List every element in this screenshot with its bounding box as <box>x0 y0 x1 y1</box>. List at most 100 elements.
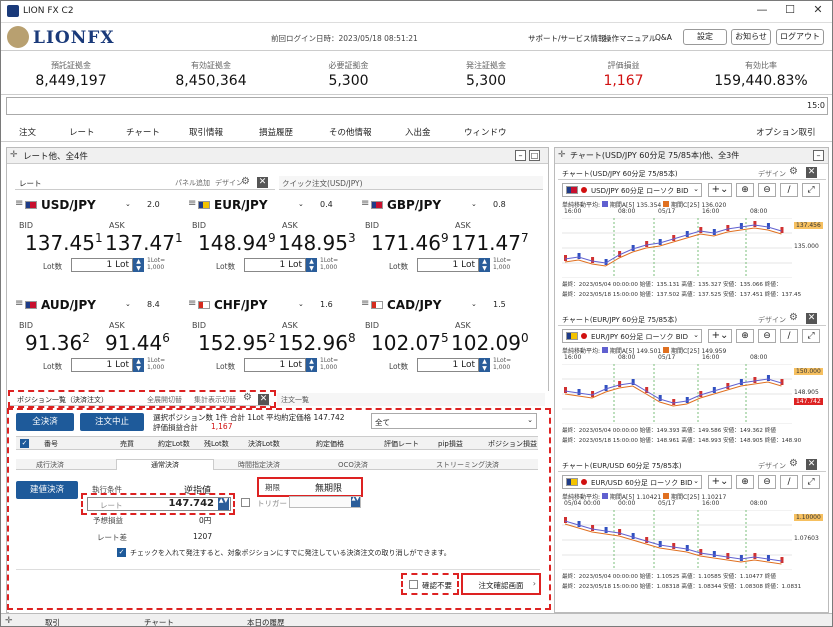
bid-price[interactable]: 171.469 <box>371 231 449 255</box>
lot-input[interactable]: 1 Lot <box>417 258 479 272</box>
menu-icon[interactable]: ≡ <box>188 198 196 209</box>
column-header[interactable]: 売買 <box>120 439 134 449</box>
bid-price[interactable]: 137.451 <box>25 231 103 255</box>
move-handle-icon[interactable]: ✛ <box>558 150 566 160</box>
trigger-checkbox[interactable] <box>241 498 250 507</box>
cancel-existing-checkbox[interactable]: ✓ <box>117 548 126 557</box>
zoom-in-icon[interactable]: ⊕ <box>736 183 754 197</box>
chevron-down-icon[interactable]: ⌄ <box>471 300 477 308</box>
lot-stepper-icon[interactable]: ▲ ▼ <box>479 258 490 272</box>
menu-chart[interactable]: チャート <box>126 126 160 138</box>
gear-icon[interactable]: ⚙ <box>241 176 250 187</box>
menu-other-info[interactable]: その他情報 <box>329 126 372 138</box>
close-tab-icon[interactable]: ✕ <box>258 394 269 405</box>
lot-stepper-icon[interactable]: ▲ ▼ <box>133 358 144 372</box>
pair-name[interactable]: GBP/JPY <box>387 198 441 212</box>
trigger-select[interactable]: ▲▼ <box>289 496 361 508</box>
lot-input[interactable]: 1 Lot <box>244 358 306 372</box>
draw-line-icon[interactable]: ∕ <box>780 475 798 489</box>
chevron-down-icon[interactable]: ⌄ <box>471 200 477 208</box>
pair-name[interactable]: CHF/JPY <box>214 298 267 312</box>
close-icon[interactable]: ✕ <box>804 3 832 19</box>
menu-icon[interactable]: ≡ <box>15 298 23 309</box>
bottom-tab-trade[interactable]: 取引 <box>45 617 60 626</box>
menu-rate[interactable]: レート <box>69 126 95 138</box>
gear-icon[interactable]: ⚙ <box>789 166 798 177</box>
maximize-panel-icon[interactable]: □ <box>529 150 540 161</box>
chevron-down-icon[interactable]: ⌄ <box>125 300 131 308</box>
all-settle-button[interactable]: 全決済 <box>16 413 74 431</box>
aggregate-toggle-link[interactable]: 集計表示切替 <box>194 395 236 405</box>
quick-order-tab[interactable]: クイック注文(USD/JPY) <box>279 176 543 190</box>
close-tab-icon[interactable]: ✕ <box>806 313 817 324</box>
column-header[interactable]: 番号 <box>44 439 58 449</box>
gear-icon[interactable]: ⚙ <box>243 392 252 403</box>
menu-icon[interactable]: ≡ <box>15 198 23 209</box>
bid-price[interactable]: 91.362 <box>25 331 90 355</box>
close-tab-icon[interactable]: ✕ <box>257 177 268 188</box>
period-box[interactable]: 期限 無期限 <box>257 477 363 497</box>
chevron-down-icon[interactable]: ⌄ <box>298 200 304 208</box>
design-link[interactable]: デザイン <box>758 169 786 179</box>
qa-link[interactable]: Q&A <box>655 33 672 42</box>
zoom-in-icon[interactable]: ⊕ <box>736 329 754 343</box>
select-all-checkbox[interactable]: ✓ <box>20 439 29 448</box>
design-link[interactable]: デザイン <box>758 315 786 325</box>
column-header[interactable]: 約定価格 <box>316 439 344 449</box>
manual-link[interactable]: 操作マニュアル <box>604 33 656 44</box>
column-header[interactable]: 決済Lot数 <box>248 439 280 449</box>
design-link[interactable]: デザイン <box>215 178 243 188</box>
add-panel-link[interactable]: パネル追加 <box>175 178 210 188</box>
tab-order-list[interactable]: 注文一覧 <box>277 393 545 406</box>
rate-stepper-icon[interactable]: ▲▼ <box>218 498 229 510</box>
chart-pair-select[interactable]: EUR/JPY 60分足 ローソク BID ⌄ <box>562 329 702 343</box>
close-tab-icon[interactable]: ✕ <box>806 459 817 470</box>
tab-time-settle[interactable]: 時間指定決済 <box>238 460 280 470</box>
filter-select[interactable]: 全て ⌄ <box>371 413 537 429</box>
lot-stepper-icon[interactable]: ▲ ▼ <box>479 358 490 372</box>
lot-stepper-icon[interactable]: ▲ ▼ <box>306 358 317 372</box>
menu-trade-info[interactable]: 取引情報 <box>189 126 223 138</box>
move-handle-icon[interactable]: ✛ <box>10 150 18 160</box>
column-header[interactable]: 評価レート <box>384 439 419 449</box>
lot-input[interactable]: 1 Lot <box>71 358 133 372</box>
chart-title[interactable]: チャート(USD/JPY 60分足 75/85本) <box>562 169 678 179</box>
pair-name[interactable]: EUR/JPY <box>214 198 268 212</box>
bid-price[interactable]: 102.075 <box>371 331 449 355</box>
tab-market-settle[interactable]: 成行決済 <box>36 460 64 470</box>
bottom-tab-chart[interactable]: チャート <box>144 617 174 626</box>
chart-title[interactable]: チャート(EUR/USD 60分足 75/85本) <box>562 461 682 471</box>
menu-icon[interactable]: ≡ <box>361 298 369 309</box>
settings-button[interactable]: 設定 <box>683 29 727 45</box>
bid-price[interactable]: 148.949 <box>198 231 276 255</box>
lot-input[interactable]: 1 Lot <box>417 358 479 372</box>
column-header[interactable]: 残Lot数 <box>204 439 229 449</box>
menu-options[interactable]: オプション取引 <box>756 126 816 138</box>
tab-oco-settle[interactable]: OCO決済 <box>338 460 368 470</box>
zoom-out-icon[interactable]: ⊖ <box>758 475 776 489</box>
close-tab-icon[interactable]: ✕ <box>806 167 817 178</box>
chart-plot[interactable] <box>562 510 792 570</box>
tab-streaming-settle[interactable]: ストリーミング決済 <box>436 460 499 470</box>
minimize-panel-icon[interactable]: – <box>813 150 824 161</box>
ask-price[interactable]: 171.477 <box>451 231 529 255</box>
ask-price[interactable]: 152.968 <box>278 331 356 355</box>
chevron-down-icon[interactable]: ⌄ <box>125 200 131 208</box>
lot-stepper-icon[interactable]: ▲ ▼ <box>306 258 317 272</box>
rate-input[interactable]: レート 147.742 ▲▼ <box>87 497 231 511</box>
add-indicator-icon[interactable]: +⌄ <box>708 329 732 343</box>
column-header[interactable]: pip損益 <box>438 439 463 449</box>
chart-title[interactable]: チャート(EUR/JPY 60分足 75/85本) <box>562 315 677 325</box>
expand-toggle-link[interactable]: 全展開切替 <box>147 395 182 405</box>
notice-button[interactable]: お知らせ <box>731 29 771 45</box>
expand-icon[interactable]: ⤢ <box>802 183 820 197</box>
gear-icon[interactable]: ⚙ <box>789 312 798 323</box>
menu-window[interactable]: ウィンドウ <box>464 126 507 138</box>
lot-input[interactable]: 1 Lot <box>244 258 306 272</box>
chart-plot[interactable] <box>562 218 792 278</box>
gear-icon[interactable]: ⚙ <box>789 458 798 469</box>
expand-icon[interactable]: ⤢ <box>802 475 820 489</box>
confirm-order-button[interactable]: 注文確認画面 › <box>461 573 541 595</box>
minimize-icon[interactable]: — <box>748 3 776 19</box>
chevron-down-icon[interactable]: ⌄ <box>298 300 304 308</box>
